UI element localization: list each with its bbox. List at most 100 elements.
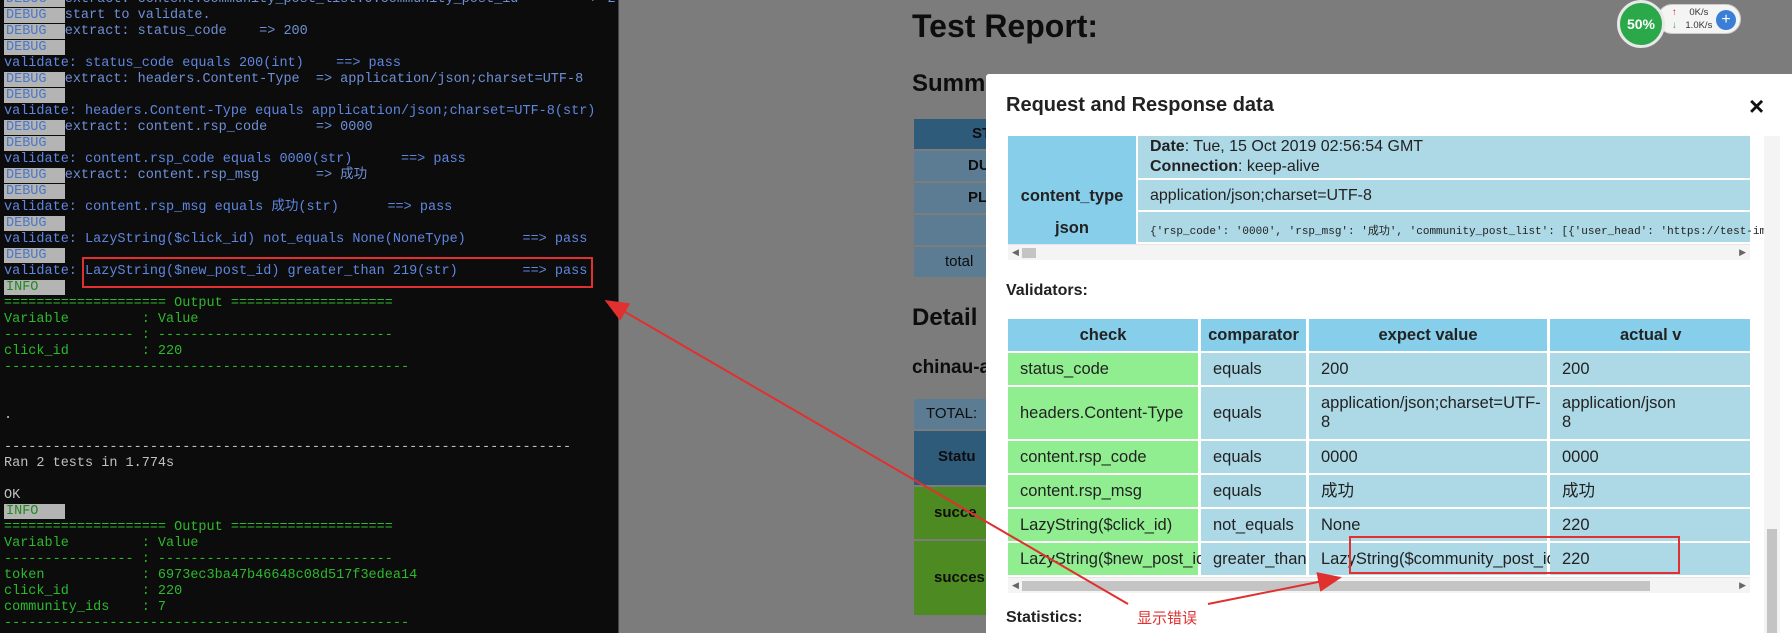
log-text: ----------------------------------------… — [4, 440, 572, 455]
terminal-line: validate: LazyString($click_id) not_equa… — [4, 232, 587, 248]
terminal-line: community_ids : 7 — [4, 600, 166, 616]
validators-horizontal-scrollbar[interactable]: ◀ ▶ — [1008, 577, 1750, 593]
terminal-line: . — [4, 408, 12, 424]
validator-actual: 成功 — [1550, 475, 1750, 507]
log-text: . — [4, 408, 13, 423]
log-text: validate: status_code equals 200(int) ==… — [4, 56, 401, 71]
scroll-left-icon[interactable]: ◀ — [1012, 580, 1019, 591]
log-text: click_id : 220 — [4, 344, 183, 359]
scrollbar-thumb[interactable] — [1767, 529, 1777, 633]
log-text: extract: content.rsp_msg => 成功 — [64, 168, 368, 183]
terminal-line: DEBUG extract: status_code => 200 — [4, 24, 308, 40]
cpu-usage-indicator[interactable]: 50% — [1617, 0, 1665, 48]
log-text: ---------------- : ---------------------… — [4, 552, 393, 567]
log-text: ==================== Output ============… — [4, 520, 393, 535]
report-title: Test Report: — [912, 8, 1099, 44]
modal-vertical-scrollbar[interactable] — [1764, 136, 1780, 633]
terminal-line: ----------------------------------------… — [4, 360, 409, 376]
validator-actual: application/json 8 — [1550, 387, 1750, 439]
terminal-line: ==================== Output ============… — [4, 520, 393, 536]
scroll-right-icon[interactable]: ▶ — [1739, 247, 1746, 258]
summary-cell-duration: DU — [914, 151, 994, 181]
terminal-line: validate: content.rsp_msg equals 成功(str)… — [4, 200, 452, 216]
close-icon[interactable]: × — [1749, 93, 1764, 119]
log-level-tag: DEBUG — [4, 88, 65, 103]
json-horizontal-scrollbar[interactable]: ◀ ▶ — [1008, 244, 1750, 260]
validator-check: status_code — [1008, 353, 1198, 385]
log-text: extract: content.community_post_list.0.c… — [65, 0, 616, 7]
validator-expect: 成功 — [1309, 475, 1547, 507]
log-text: ----------------------------------------… — [4, 616, 410, 631]
validator-comparator: not_equals — [1201, 509, 1306, 541]
column-header-expect-value: expect value — [1309, 319, 1547, 351]
log-text: ==================== Output ============… — [4, 296, 393, 311]
validator-expect: 0000 — [1309, 441, 1547, 473]
column-header-comparator: comparator — [1201, 319, 1306, 351]
terminal-line: validate: content.rsp_code equals 0000(s… — [4, 152, 466, 168]
log-text: validate: LazyString($click_id) not_equa… — [4, 232, 588, 247]
log-text: ----------------------------------------… — [4, 360, 410, 375]
summary-cell-start: ST — [914, 119, 994, 149]
log-text: validate: headers.Content-Type equals ap… — [4, 104, 596, 119]
details-status-header: Statu — [914, 431, 994, 485]
log-level-tag: DEBUG — [4, 72, 65, 87]
log-level-tag: DEBUG — [4, 184, 65, 199]
plus-icon[interactable]: + — [1716, 10, 1736, 30]
validator-comparator: equals — [1201, 387, 1306, 439]
statistics-label: Statistics: — [1006, 609, 1083, 626]
validator-check: LazyString($click_id) — [1008, 509, 1198, 541]
terminal-line: OK — [4, 488, 20, 504]
validator-actual: 0000 — [1550, 441, 1750, 473]
details-heading: Detail — [912, 304, 978, 331]
validators-label: Validators: — [1006, 282, 1088, 299]
scrollbar-thumb[interactable] — [1022, 248, 1036, 258]
log-level-tag: INFO — [4, 504, 65, 519]
terminal-line: Variable : Value — [4, 312, 198, 328]
network-speed-widget[interactable]: 50% ↑ 0K/s ↓ 1.0K/s + — [1617, 0, 1741, 48]
summary-cell-platform: PL — [914, 183, 994, 213]
json-row: json {'rsp_code': '0000', 'rsp_msg': '成功… — [1008, 212, 1766, 244]
validator-expect: 200 — [1309, 353, 1547, 385]
modal-title: Request and Response data — [1006, 94, 1274, 116]
terminal-line: validate: status_code equals 200(int) ==… — [4, 56, 401, 72]
log-text: OK — [4, 488, 21, 503]
download-speed: ↓ 1.0K/s — [1672, 20, 1713, 31]
log-level-tag: DEBUG — [4, 168, 65, 183]
headers-key — [1008, 136, 1138, 180]
log-text: extract: status_code => 200 — [64, 24, 308, 39]
details-status-success-1: succe — [914, 487, 994, 539]
validator-check: headers.Content-Type — [1008, 387, 1198, 439]
terminal-line: ----------------------------------------… — [4, 440, 571, 456]
log-level-tag: DEBUG — [4, 40, 65, 55]
log-level-tag: DEBUG — [4, 0, 65, 7]
scrollbar-thumb[interactable] — [1022, 581, 1650, 591]
terminal-line: DEBUG — [4, 88, 65, 104]
scroll-right-icon[interactable]: ▶ — [1739, 580, 1746, 591]
log-text: community_ids : 7 — [4, 600, 167, 615]
details-total: TOTAL: — [914, 399, 994, 429]
log-level-tag: DEBUG — [4, 120, 65, 135]
terminal-highlight-box — [82, 257, 593, 288]
validator-actual: 200 — [1550, 353, 1750, 385]
column-header-check: check — [1008, 319, 1198, 351]
log-text: validate: content.rsp_code equals 0000(s… — [4, 152, 466, 167]
log-text: extract: content.rsp_code => 0000 — [64, 120, 373, 135]
details-status-success-2: succes — [914, 541, 994, 615]
validator-comparator: equals — [1201, 353, 1306, 385]
terminal-line: ---------------- : ---------------------… — [4, 328, 393, 344]
scroll-left-icon[interactable]: ◀ — [1012, 247, 1019, 258]
log-text: click_id : 220 — [4, 584, 183, 599]
terminal-line: DEBUG extract: content.rsp_code => 0000 — [4, 120, 373, 136]
terminal-line: INFO — [4, 504, 65, 520]
validator-comparator: equals — [1201, 475, 1306, 507]
terminal-line: DEBUG — [4, 136, 65, 152]
validator-comparator: greater_than — [1201, 543, 1307, 575]
summary-cell-blank — [914, 215, 994, 245]
expect-value-highlight-box — [1349, 536, 1680, 574]
terminal-line: ----------------------------------------… — [4, 616, 409, 632]
suite-name: chinau-a — [912, 357, 991, 378]
terminal-line: token : 6973ec3ba47b46648c08d517f3edea14 — [4, 568, 417, 584]
date-header: Date: Tue, 15 Oct 2019 02:56:54 GMT — [1150, 138, 1424, 155]
log-text: Variable : Value — [4, 312, 199, 327]
validator-check: content.rsp_code — [1008, 441, 1198, 473]
